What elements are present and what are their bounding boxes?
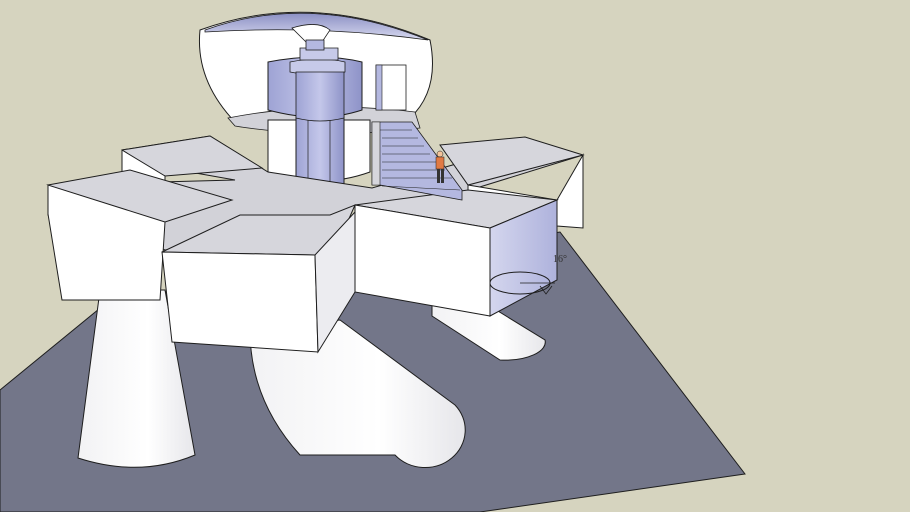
scene-svg[interactable]: 16° (0, 0, 910, 512)
model-viewport[interactable]: 16° (0, 0, 910, 512)
angle-label: 16° (553, 254, 567, 265)
